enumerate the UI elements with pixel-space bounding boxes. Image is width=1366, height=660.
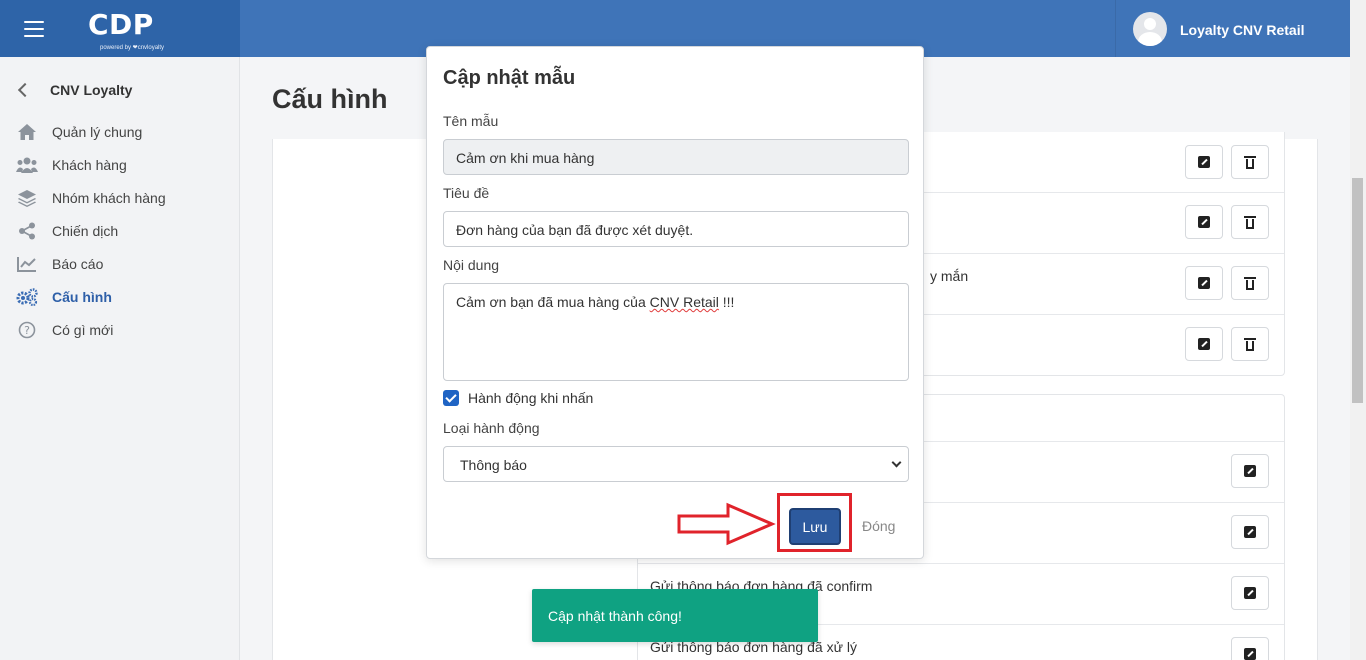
- edit-icon: [1198, 156, 1210, 168]
- edit-icon: [1244, 526, 1256, 538]
- checkbox-checked-icon[interactable]: [443, 390, 459, 406]
- toast-message: Cập nhật thành công!: [548, 607, 682, 624]
- gears-icon: [16, 288, 38, 306]
- edit-icon: [1244, 648, 1256, 660]
- modal-title: Cập nhật mẫu: [443, 67, 576, 89]
- row-text: y mắn: [930, 268, 969, 284]
- sidebar-item-co-gi-moi[interactable]: ? Có gì mới: [16, 319, 113, 341]
- trash-icon: [1244, 155, 1256, 169]
- chevron-left-icon: [17, 82, 33, 98]
- delete-button[interactable]: [1231, 266, 1269, 300]
- content-label: Nội dung: [443, 257, 500, 273]
- close-button[interactable]: Đóng: [862, 518, 895, 534]
- trash-icon: [1244, 276, 1256, 290]
- sidebar-item-khach-hang[interactable]: Khách hàng: [16, 154, 127, 176]
- sidebar-item-label: Chiến dịch: [52, 223, 119, 239]
- page-scrollbar[interactable]: [1350, 0, 1366, 660]
- question-icon: ?: [16, 321, 38, 339]
- user-name: Loyalty CNV Retail: [1180, 22, 1305, 38]
- edit-button[interactable]: [1231, 515, 1269, 549]
- sidebar: CNV Loyalty Quản lý chung Khách hàng Nhó…: [0, 57, 240, 660]
- edit-button[interactable]: [1231, 454, 1269, 488]
- trash-icon: [1244, 215, 1256, 229]
- user-menu[interactable]: Loyalty CNV Retail: [1115, 0, 1350, 57]
- edit-button[interactable]: [1185, 145, 1223, 179]
- highlight-box: [777, 493, 852, 552]
- app-logo[interactable]: CDP: [88, 8, 154, 41]
- template-name-label: Tên mẫu: [443, 113, 499, 129]
- delete-button[interactable]: [1231, 327, 1269, 361]
- sidebar-item-label: Khách hàng: [52, 157, 127, 173]
- template-name-field[interactable]: Cảm ơn khi mua hàng: [443, 139, 909, 175]
- subject-label: Tiêu đề: [443, 185, 490, 201]
- delete-button[interactable]: [1231, 205, 1269, 239]
- layers-icon: [16, 189, 38, 207]
- sidebar-item-label: Có gì mới: [52, 322, 114, 338]
- edit-icon: [1198, 338, 1210, 350]
- trash-icon: [1244, 337, 1256, 351]
- sidebar-item-label: Quản lý chung: [52, 124, 143, 140]
- users-icon: [16, 156, 38, 174]
- sidebar-item-label: Cấu hình: [52, 289, 112, 305]
- edit-button[interactable]: [1231, 637, 1269, 660]
- edit-button[interactable]: [1185, 205, 1223, 239]
- edit-button[interactable]: [1185, 327, 1223, 361]
- delete-button[interactable]: [1231, 145, 1269, 179]
- chevron-down-icon: [891, 457, 902, 468]
- sidebar-item-nhom-khach-hang[interactable]: Nhóm khách hàng: [16, 187, 166, 209]
- page-title: Cấu hình: [272, 84, 388, 114]
- edit-icon: [1244, 587, 1256, 599]
- content-textarea[interactable]: Cảm ơn bạn đã mua hàng của CNV Retail !!…: [443, 283, 909, 381]
- svg-text:?: ?: [24, 324, 30, 337]
- action-type-value: Thông báo: [460, 457, 527, 473]
- content-text-prefix: Cảm ơn bạn đã mua hàng của: [456, 294, 650, 310]
- sidebar-item-bao-cao[interactable]: Báo cáo: [16, 253, 103, 275]
- menu-icon[interactable]: [24, 21, 44, 37]
- sidebar-item-cau-hinh[interactable]: Cấu hình: [16, 286, 112, 308]
- logo-subtitle: powered by ❤cnvloyalty: [100, 45, 165, 51]
- sidebar-item-label: Báo cáo: [52, 256, 104, 272]
- sidebar-item-label: Nhóm khách hàng: [52, 190, 166, 206]
- share-icon: [16, 222, 38, 240]
- sidebar-item-chien-dich[interactable]: Chiến dịch: [16, 220, 118, 242]
- action-type-label: Loại hành động: [443, 420, 540, 436]
- scrollbar-thumb[interactable]: [1352, 178, 1363, 403]
- edit-icon: [1198, 277, 1210, 289]
- edit-button[interactable]: [1231, 576, 1269, 610]
- content-text-brand: CNV Retail: [649, 294, 719, 310]
- update-template-modal: Cập nhật mẫu Tên mẫu Cảm ơn khi mua hàng…: [426, 46, 924, 559]
- edit-button[interactable]: [1185, 266, 1223, 300]
- brand-area: CDP powered by ❤cnvloyalty: [0, 0, 240, 57]
- subject-field[interactable]: Đơn hàng của bạn đã được xét duyệt.: [443, 211, 909, 247]
- sidebar-title: CNV Loyalty: [50, 82, 133, 98]
- arrow-right-icon: [677, 502, 776, 546]
- content-text-suffix: !!!: [718, 294, 735, 310]
- action-on-click-checkbox[interactable]: Hành động khi nhấn: [443, 390, 593, 406]
- success-toast: Cập nhật thành công!: [532, 589, 818, 642]
- home-icon: [16, 123, 38, 141]
- row-divider: [638, 563, 1284, 564]
- sidebar-item-quan-ly-chung[interactable]: Quản lý chung: [16, 121, 142, 143]
- edit-icon: [1198, 216, 1210, 228]
- sidebar-back-button[interactable]: CNV Loyalty: [17, 82, 133, 98]
- action-type-select[interactable]: Thông báo: [443, 446, 909, 482]
- chart-icon: [16, 255, 38, 273]
- avatar: [1133, 12, 1167, 46]
- edit-icon: [1244, 465, 1256, 477]
- checkbox-label: Hành động khi nhấn: [468, 390, 594, 406]
